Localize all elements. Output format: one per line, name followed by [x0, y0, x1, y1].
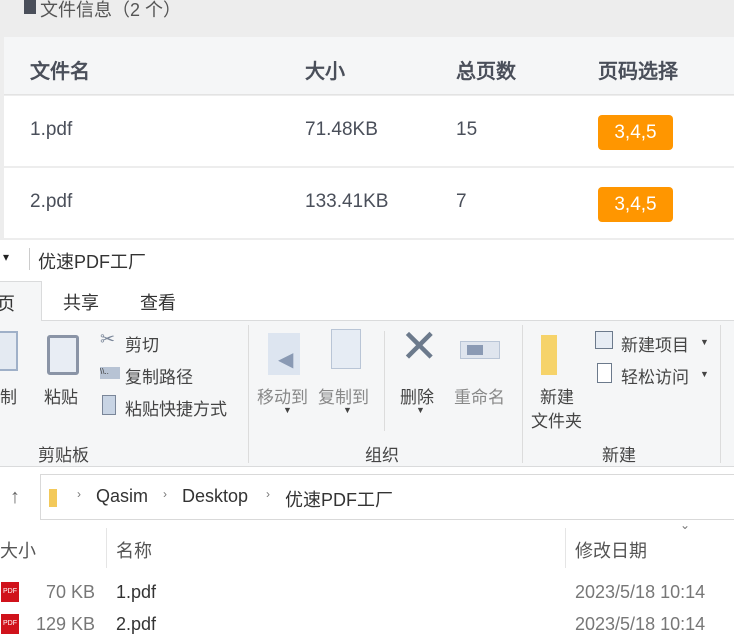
file-pages: 15: [456, 119, 478, 140]
easy-access-icon: [597, 363, 612, 383]
window-title: 优速PDF工厂: [38, 252, 146, 272]
copy-button[interactable]: 复制: [0, 383, 17, 408]
new-item-icon: [595, 331, 613, 349]
file-pages: 7: [456, 191, 467, 212]
file-info-title: 文件信息（2 个）: [40, 0, 182, 20]
divider: [29, 248, 30, 270]
tab-share[interactable]: 共享: [63, 289, 99, 315]
file-modified: 2023/5/18 10:14: [575, 582, 706, 602]
file-name: 2.pdf: [30, 191, 73, 212]
file-icon: [24, 0, 36, 14]
col-pages: 总页数: [456, 61, 516, 83]
up-arrow-icon[interactable]: ↑: [10, 486, 20, 509]
rename-icon: [460, 341, 500, 359]
file-explorer: ▾ 优速PDF工厂 主页 共享 查看 复制 粘贴 ✂ 剪切 \\.. 复制路径 …: [0, 240, 734, 640]
breadcrumb-item[interactable]: Desktop: [182, 486, 248, 507]
new-folder-button-line2[interactable]: 文件夹: [531, 407, 582, 432]
cut-button[interactable]: 剪切: [125, 331, 159, 356]
scissors-icon: ✂: [100, 329, 116, 349]
quick-access-dropdown-icon[interactable]: ▾: [3, 250, 9, 264]
tab-home[interactable]: 主页: [0, 281, 42, 321]
paste-shortcut-icon: [102, 395, 116, 415]
clipboard-icon: [47, 335, 79, 375]
group-organize-label: 组织: [365, 446, 399, 465]
column-modified[interactable]: 修改日期: [575, 537, 647, 563]
table-row: 1.pdf 71.48KB 15 3,4,5: [4, 96, 734, 166]
new-folder-icon: [541, 335, 557, 375]
group-new-label: 新建: [602, 446, 636, 465]
col-name: 文件名: [30, 61, 90, 83]
paste-shortcut-button[interactable]: 粘贴快捷方式: [125, 395, 227, 420]
table-row: 2.pdf 133.41KB 7 3,4,5: [4, 168, 734, 238]
column-name[interactable]: 名称: [116, 537, 152, 563]
tab-label: 主页: [0, 294, 15, 314]
file-size: 71.48KB: [305, 119, 378, 140]
copy-to-icon: [331, 329, 361, 369]
tab-view[interactable]: 查看: [140, 289, 176, 315]
file-modified: 2023/5/18 10:14: [575, 614, 706, 634]
group-clipboard-label: 剪贴板: [38, 446, 89, 465]
col-page-selection: 页码选择: [598, 61, 678, 83]
file-name: 1.pdf: [116, 582, 157, 602]
file-name: 1.pdf: [30, 119, 73, 140]
move-to-icon: ◀: [268, 333, 300, 375]
table-header: 文件名 大小 总页数 页码选择: [4, 37, 734, 95]
ribbon: 复制 粘贴 ✂ 剪切 \\.. 复制路径 粘贴快捷方式 剪贴板 ◀ 移动到 ▼ …: [0, 320, 734, 467]
page-selection-badge[interactable]: 3,4,5: [598, 187, 673, 222]
folder-icon: [49, 489, 57, 507]
rename-button[interactable]: 重命名: [454, 383, 505, 408]
page-selection-badge[interactable]: 3,4,5: [598, 115, 673, 150]
new-item-button[interactable]: 新建项目: [621, 331, 689, 356]
sort-chevron-icon: ⌄: [680, 518, 691, 532]
file-info-panel: 文件信息（2 个） 文件名 大小 总页数 页码选择 1.pdf 71.48KB …: [0, 0, 734, 240]
address-bar[interactable]: › Qasim › Desktop › 优速PDF工厂: [40, 474, 734, 520]
easy-access-button[interactable]: 轻松访问: [621, 363, 689, 388]
breadcrumb-item[interactable]: Qasim: [96, 486, 148, 507]
file-size: 133.41KB: [305, 191, 389, 212]
delete-icon: ✕: [400, 320, 439, 372]
paste-button[interactable]: 粘贴: [44, 383, 78, 408]
breadcrumb-item[interactable]: 优速PDF工厂: [285, 486, 393, 512]
column-size[interactable]: 大小: [0, 537, 36, 563]
file-name: 2.pdf: [116, 614, 157, 634]
new-folder-button[interactable]: 新建: [540, 383, 574, 408]
file-row[interactable]: PDF 129 KB 2.pdf 2023/5/18 10:14: [0, 610, 734, 640]
copy-path-button[interactable]: 复制路径: [125, 363, 193, 388]
pdf-icon: PDF: [1, 582, 19, 602]
copy-path-icon: \\..: [100, 367, 120, 379]
pdf-icon: PDF: [1, 614, 19, 634]
file-size: 129 KB: [36, 614, 96, 634]
file-row[interactable]: PDF 70 KB 1.pdf 2023/5/18 10:14: [0, 578, 734, 608]
col-size: 大小: [305, 61, 345, 83]
file-size: 70 KB: [46, 582, 96, 602]
copy-icon: [0, 331, 18, 371]
